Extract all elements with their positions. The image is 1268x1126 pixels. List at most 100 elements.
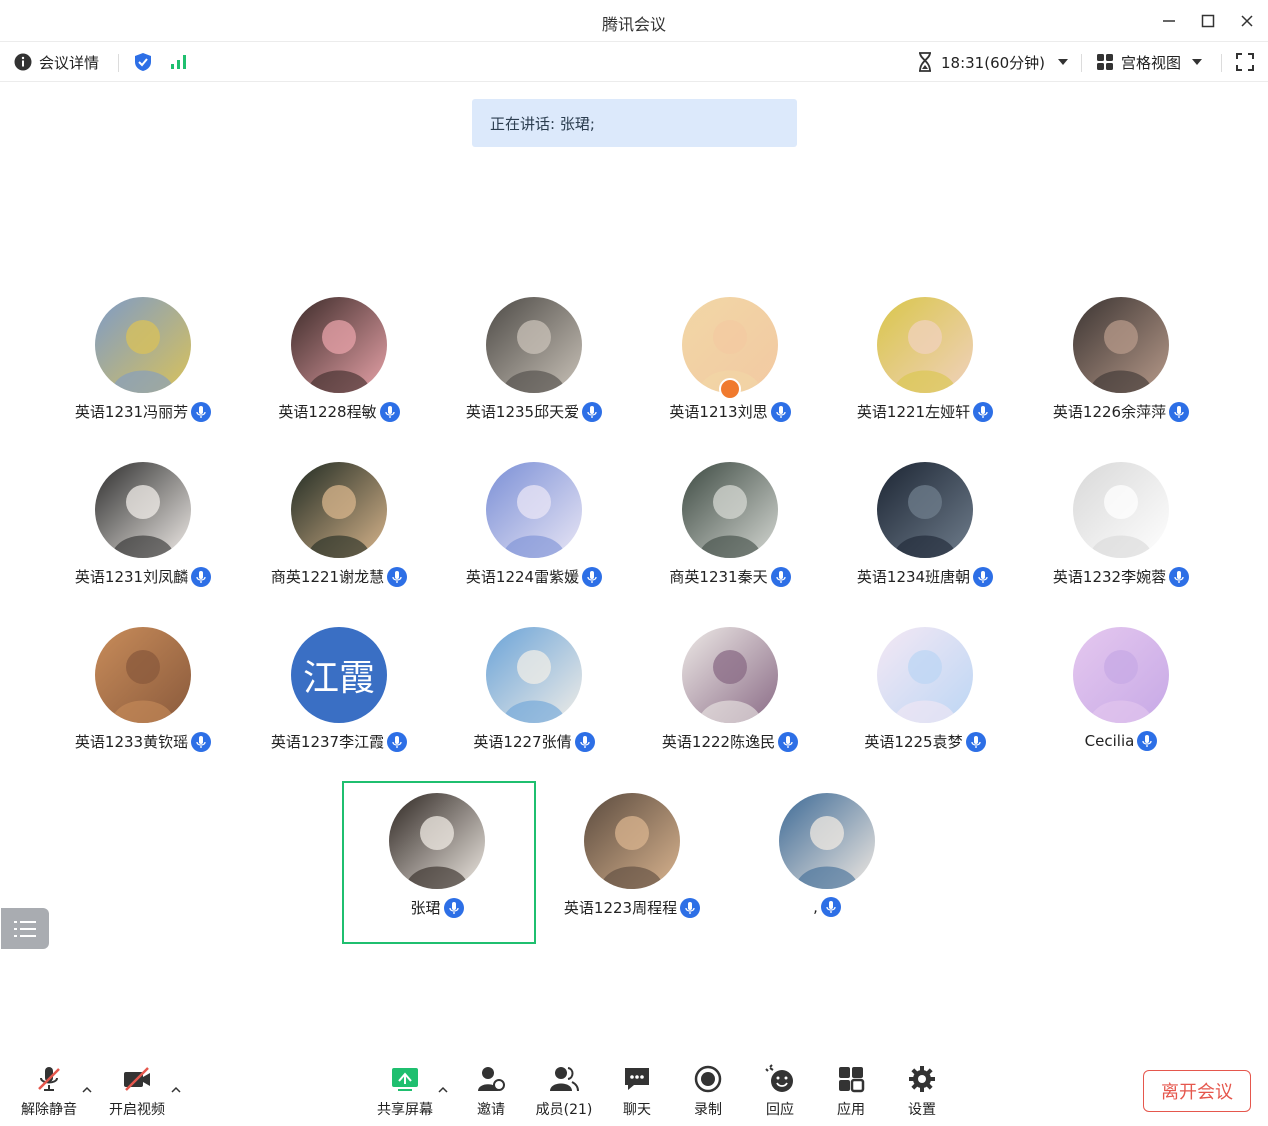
participant-tile[interactable]: 江霞 英语1237李江霞 — [244, 627, 434, 777]
microphone-icon — [680, 897, 701, 918]
participant-avatar — [1073, 627, 1169, 723]
invite-label: 邀请 — [477, 1102, 505, 1118]
participant-avatar — [486, 297, 582, 393]
participant-tile[interactable]: 英语1231冯丽芳 — [48, 297, 238, 447]
participant-name: 英语1227张倩 — [473, 733, 572, 751]
security-button[interactable] — [133, 50, 153, 74]
invite-button[interactable]: 邀请 — [453, 1064, 529, 1120]
participant-name-row: 英语1234班唐朝 — [830, 566, 1020, 587]
members-button[interactable]: 成员(21) — [526, 1064, 602, 1120]
participant-tile[interactable]: 英语1232李婉蓉 — [1026, 462, 1216, 612]
share-screen-label: 共享屏幕 — [377, 1102, 433, 1118]
unmute-button[interactable]: 解除静音 — [11, 1064, 87, 1120]
microphone-icon — [387, 731, 408, 752]
fullscreen-button[interactable] — [1236, 50, 1254, 74]
participant-name: 英语1228程敏 — [278, 403, 377, 421]
meeting-toolbar: 会议详情 18:31(60分钟) 宫格视图 — [0, 42, 1268, 82]
audio-options-chevron-up-icon[interactable] — [81, 1084, 93, 1096]
participant-tile[interactable]: 英语1227张倩 — [439, 627, 629, 777]
host-badge-icon — [719, 378, 741, 400]
participant-tile[interactable]: Cecilia — [1026, 627, 1216, 777]
leave-meeting-button[interactable]: 离开会议 — [1143, 1070, 1251, 1112]
meeting-details-button[interactable]: 会议详情 — [14, 50, 99, 74]
chevron-down-icon — [1192, 59, 1203, 65]
microphone-icon — [379, 401, 400, 422]
microphone-icon — [965, 731, 986, 752]
participant-tile[interactable]: 英语1213刘思 — [635, 297, 825, 447]
participant-avatar — [486, 627, 582, 723]
apps-button[interactable]: 应用 — [813, 1064, 889, 1120]
share-screen-icon — [392, 1068, 418, 1091]
video-options-chevron-up-icon[interactable] — [170, 1084, 182, 1096]
avatar-image — [877, 462, 973, 558]
microphone-icon — [191, 566, 212, 587]
participant-name: 英语1222陈逸民 — [661, 733, 776, 751]
participant-name: 英语1225袁梦 — [864, 733, 963, 751]
info-icon — [14, 53, 32, 71]
participant-name: 英语1234班唐朝 — [856, 568, 971, 586]
participant-name: 英语1226余萍萍 — [1052, 403, 1167, 421]
participant-name-row: 英语1227张倩 — [439, 731, 629, 752]
participant-name-row: 商英1221谢龙慧 — [244, 566, 434, 587]
participant-name-row: 商英1231秦天 — [635, 566, 825, 587]
participant-avatar — [584, 793, 680, 889]
avatar-image — [1073, 297, 1169, 393]
camera-off-icon — [124, 1067, 150, 1091]
share-options-chevron-up-icon[interactable] — [437, 1084, 449, 1096]
grid-view-icon — [1097, 54, 1113, 70]
participant-name: 英语1237李江霞 — [270, 733, 385, 751]
participant-avatar — [1073, 462, 1169, 558]
speaking-indicator: 正在讲话: 张珺; — [472, 99, 797, 147]
participant-tile[interactable]: 商英1231秦天 — [635, 462, 825, 612]
participant-avatar — [682, 627, 778, 723]
participant-avatar — [682, 462, 778, 558]
reaction-icon — [765, 1064, 793, 1092]
participant-tile[interactable]: 英语1221左娅轩 — [830, 297, 1020, 447]
participant-name: 英语1223周程程 — [563, 899, 678, 917]
meeting-timer-button[interactable]: 18:31(60分钟) — [917, 50, 1069, 74]
microphone-icon — [770, 566, 791, 587]
participant-tile[interactable]: 英语1233黄钦瑶 — [48, 627, 238, 777]
avatar-image — [486, 627, 582, 723]
participant-list-toggle[interactable] — [1, 908, 49, 949]
chat-button[interactable]: 聊天 — [599, 1064, 675, 1120]
microphone-icon — [582, 566, 603, 587]
participant-tile[interactable]: 英语1223周程程 — [537, 793, 727, 943]
members-label: 成员(21) — [535, 1102, 593, 1118]
view-mode-button[interactable]: 宫格视图 — [1096, 50, 1203, 74]
record-button[interactable]: 录制 — [670, 1064, 746, 1120]
microphone-muted-icon — [38, 1067, 60, 1091]
participant-tile[interactable]: 英语1235邱天爱 — [439, 297, 629, 447]
participant-tile[interactable]: 英语1228程敏 — [244, 297, 434, 447]
participant-tile[interactable]: 英语1225袁梦 — [830, 627, 1020, 777]
fullscreen-icon — [1236, 53, 1254, 71]
network-signal-button[interactable] — [169, 50, 189, 74]
share-screen-button[interactable]: 共享屏幕 — [367, 1064, 443, 1120]
reactions-label: 回应 — [766, 1102, 794, 1118]
avatar-image — [486, 462, 582, 558]
participant-tile[interactable]: 英语1226余萍萍 — [1026, 297, 1216, 447]
participant-tile[interactable]: 英语1224雷紫媛 — [439, 462, 629, 612]
apps-label: 应用 — [837, 1102, 865, 1118]
participant-tile[interactable]: 商英1221谢龙慧 — [244, 462, 434, 612]
microphone-icon — [778, 731, 799, 752]
minimize-button[interactable] — [1156, 8, 1182, 34]
maximize-button[interactable] — [1195, 8, 1221, 34]
reactions-button[interactable]: 回应 — [742, 1064, 818, 1120]
settings-button[interactable]: 设置 — [884, 1064, 960, 1120]
avatar-image — [95, 462, 191, 558]
signal-icon — [171, 55, 186, 69]
participant-name: 商英1221谢龙慧 — [270, 568, 385, 586]
participant-name: 商英1231秦天 — [669, 568, 768, 586]
participant-tile[interactable]: 英语1231刘凤麟 — [48, 462, 238, 612]
participant-name: 英语1213刘思 — [669, 403, 768, 421]
participant-tile[interactable]: , — [732, 793, 922, 943]
participant-tile[interactable]: 英语1222陈逸民 — [635, 627, 825, 777]
avatar-image — [682, 462, 778, 558]
start-video-button[interactable]: 开启视频 — [99, 1064, 175, 1120]
meeting-controls: 解除静音 开启视频 共享屏幕 邀请 成员(21) 聊天 录制 回应 应用 设置 — [0, 1056, 1268, 1126]
settings-label: 设置 — [908, 1102, 936, 1118]
microphone-icon — [973, 401, 994, 422]
close-button[interactable] — [1234, 8, 1260, 34]
participant-tile[interactable]: 英语1234班唐朝 — [830, 462, 1020, 612]
